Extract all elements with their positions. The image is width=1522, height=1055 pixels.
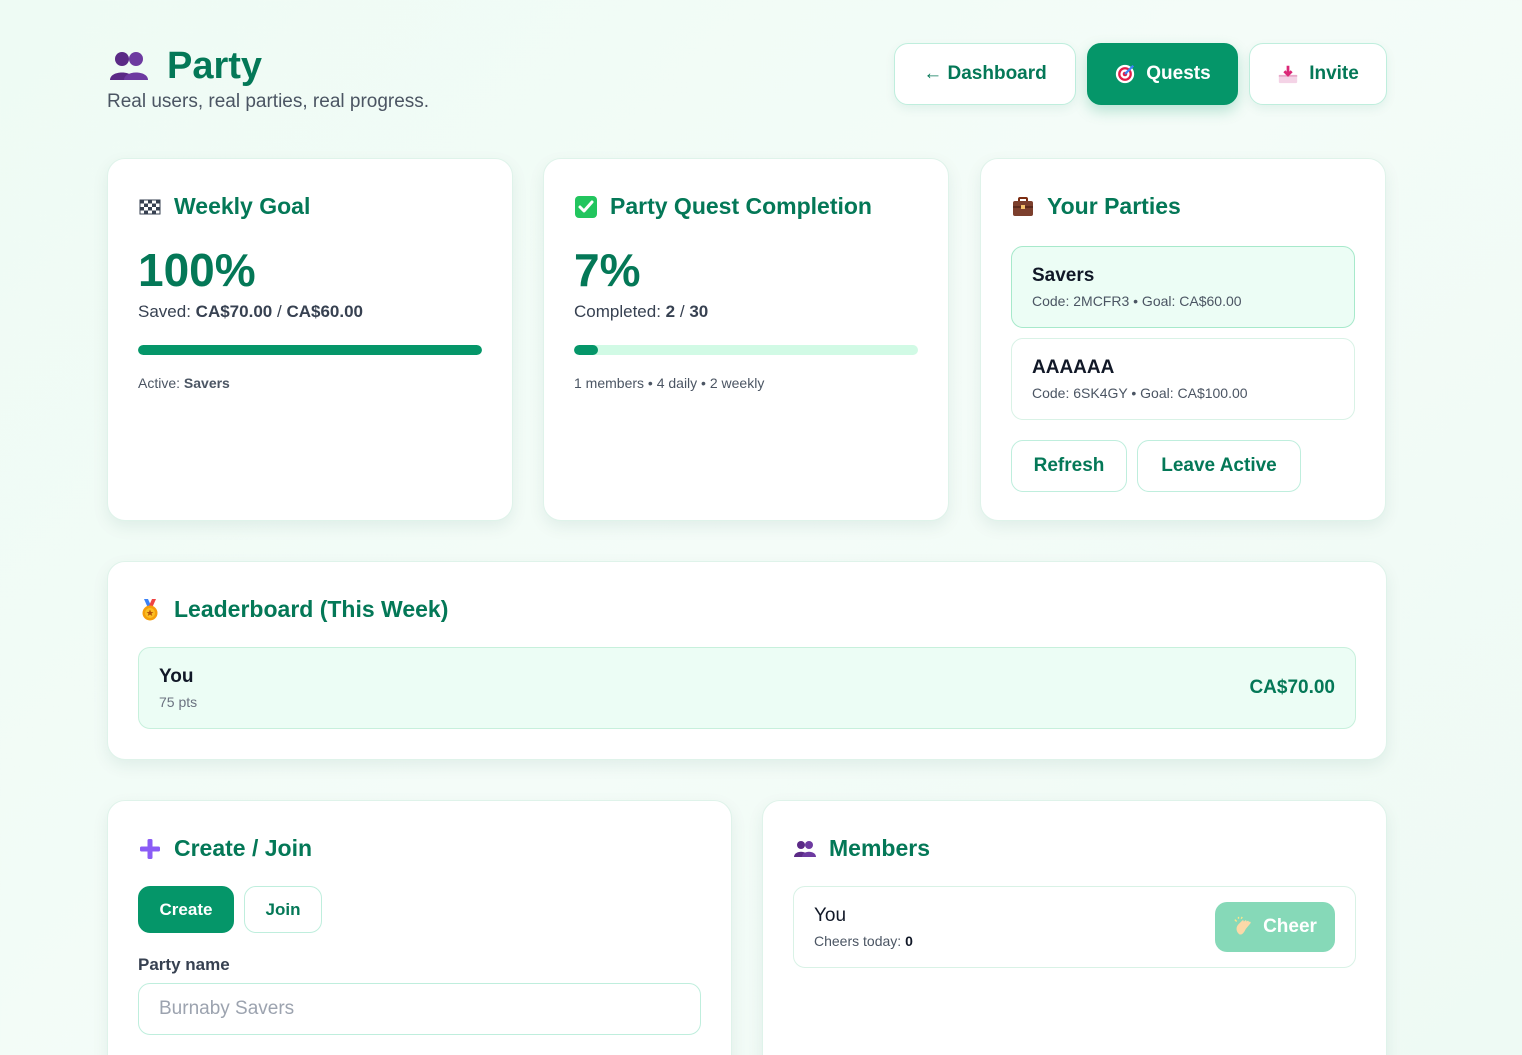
dashboard-button[interactable]: ← Dashboard [894, 43, 1076, 105]
leaderboard-name: You [159, 666, 194, 687]
party-name: Savers [1032, 265, 1095, 286]
cheers-count: 0 [905, 933, 913, 949]
party-list: Savers Code: 2MCFR3 • Goal: CA$60.00 AAA… [1011, 246, 1355, 420]
weekly-goal-percent: 100% [138, 244, 256, 296]
join-tab-button[interactable]: Join [244, 886, 322, 933]
quest-completion-percent: 7% [574, 244, 641, 296]
quest-summary: 1 members • 4 daily • 2 weekly [574, 375, 765, 391]
leaderboard-title: Leaderboard (This Week) [138, 596, 1356, 623]
quest-completion-title-text: Party Quest Completion [610, 193, 872, 219]
medal-icon [142, 598, 158, 620]
weekly-goal-title-text: Weekly Goal [174, 193, 311, 219]
completed-prefix: Completed: [574, 302, 661, 321]
completed-count: 2 [665, 302, 676, 321]
check-mark-icon [575, 195, 597, 218]
party-item-savers[interactable]: Savers Code: 2MCFR3 • Goal: CA$60.00 [1011, 246, 1355, 328]
party-meta: Code: 6SK4GY • Goal: CA$100.00 [1032, 385, 1248, 401]
weekly-goal-progress-bar [138, 345, 482, 355]
quests-button[interactable]: Quests [1087, 43, 1238, 105]
top-nav: ← Dashboard Quests Invite [894, 43, 1387, 105]
saved-separator: / [276, 302, 282, 321]
active-prefix: Active: [138, 375, 181, 391]
quest-completion-title: Party Quest Completion [574, 193, 918, 220]
invite-button[interactable]: Invite [1249, 43, 1387, 105]
people-icon [110, 52, 148, 80]
plus-icon [140, 838, 160, 859]
page-header: Party Real users, real parties, real pro… [107, 43, 1387, 124]
leaderboard-row: You 75 pts CA$70.00 [138, 647, 1356, 729]
leaderboard-amount: CA$70.00 [1249, 677, 1335, 698]
completed-total: 30 [689, 302, 709, 321]
party-meta: Code: 2MCFR3 • Goal: CA$60.00 [1032, 293, 1242, 309]
clapping-hands-icon [1234, 916, 1251, 935]
invite-label: Invite [1309, 63, 1359, 84]
weekly-goal-active: Active: Savers [138, 375, 482, 391]
your-parties-title: Your Parties [1011, 193, 1355, 220]
leaderboard-title-text: Leaderboard (This Week) [174, 596, 449, 622]
cheer-button[interactable]: Cheer [1215, 902, 1335, 952]
refresh-button[interactable]: Refresh [1011, 440, 1127, 492]
dashboard-label: ← Dashboard [923, 63, 1047, 84]
party-item-aaaaaa[interactable]: AAAAAA Code: 6SK4GY • Goal: CA$100.00 [1011, 338, 1355, 420]
leaderboard-row-left: You 75 pts [159, 666, 197, 710]
weekly-goal-card: Weekly Goal 100% Saved: CA$70.00 / CA$60… [107, 158, 513, 521]
members-title: Members [793, 835, 1356, 862]
party-name: AAAAAA [1032, 357, 1115, 378]
saved-prefix: Saved: [138, 302, 191, 321]
quest-completion-progress-fill [574, 345, 599, 355]
goal-amount: CA$60.00 [286, 302, 363, 321]
saved-amount: CA$70.00 [195, 302, 273, 321]
weekly-goal-saved: Saved: CA$70.00 / CA$60.00 [138, 302, 482, 322]
quest-completion-card: Party Quest Completion 7% Completed: 2 /… [543, 158, 949, 521]
quest-completion-count: Completed: 2 / 30 [574, 302, 918, 322]
member-row: You Cheers today: 0 Cheer [793, 886, 1356, 968]
create-tab-button[interactable]: Create [138, 886, 234, 933]
completed-separator: / [679, 302, 685, 321]
your-parties-title-text: Your Parties [1047, 193, 1181, 219]
members-title-text: Members [829, 835, 930, 861]
people-icon [794, 840, 816, 857]
quest-completion-progress-bar [574, 345, 918, 355]
party-name-label: Party name [138, 955, 230, 974]
members-card: Members You Cheers today: 0 Cheer [762, 800, 1387, 1055]
leave-active-button[interactable]: Leave Active [1137, 440, 1301, 492]
active-party-name: Savers [183, 375, 230, 391]
cheers-prefix: Cheers today: [814, 933, 902, 949]
target-icon [1116, 64, 1135, 84]
create-join-card: Create / Join Create Join Party name [107, 800, 732, 1055]
inbox-tray-icon [1279, 65, 1298, 84]
leaderboard-card: Leaderboard (This Week) You 75 pts CA$70… [107, 561, 1387, 760]
party-name-input[interactable] [138, 983, 701, 1035]
cheer-label: Cheer [1263, 916, 1317, 937]
your-parties-card: Your Parties Savers Code: 2MCFR3 • Goal:… [980, 158, 1386, 521]
checkered-flag-icon [139, 199, 161, 214]
leaderboard-points: 75 pts [159, 694, 198, 710]
create-join-toggle: Create Join [138, 886, 701, 933]
weekly-goal-title: Weekly Goal [138, 193, 482, 220]
party-actions: Refresh Leave Active [1011, 440, 1355, 492]
member-info: You Cheers today: 0 [814, 905, 913, 949]
create-join-title-text: Create / Join [174, 835, 313, 861]
briefcase-icon [1013, 196, 1033, 216]
page-title: Party [167, 45, 263, 87]
quests-label: Quests [1146, 63, 1211, 84]
create-join-title: Create / Join [138, 835, 701, 862]
member-cheers: Cheers today: 0 [814, 933, 913, 949]
weekly-goal-progress-fill [138, 345, 482, 355]
member-name: You [814, 905, 847, 926]
